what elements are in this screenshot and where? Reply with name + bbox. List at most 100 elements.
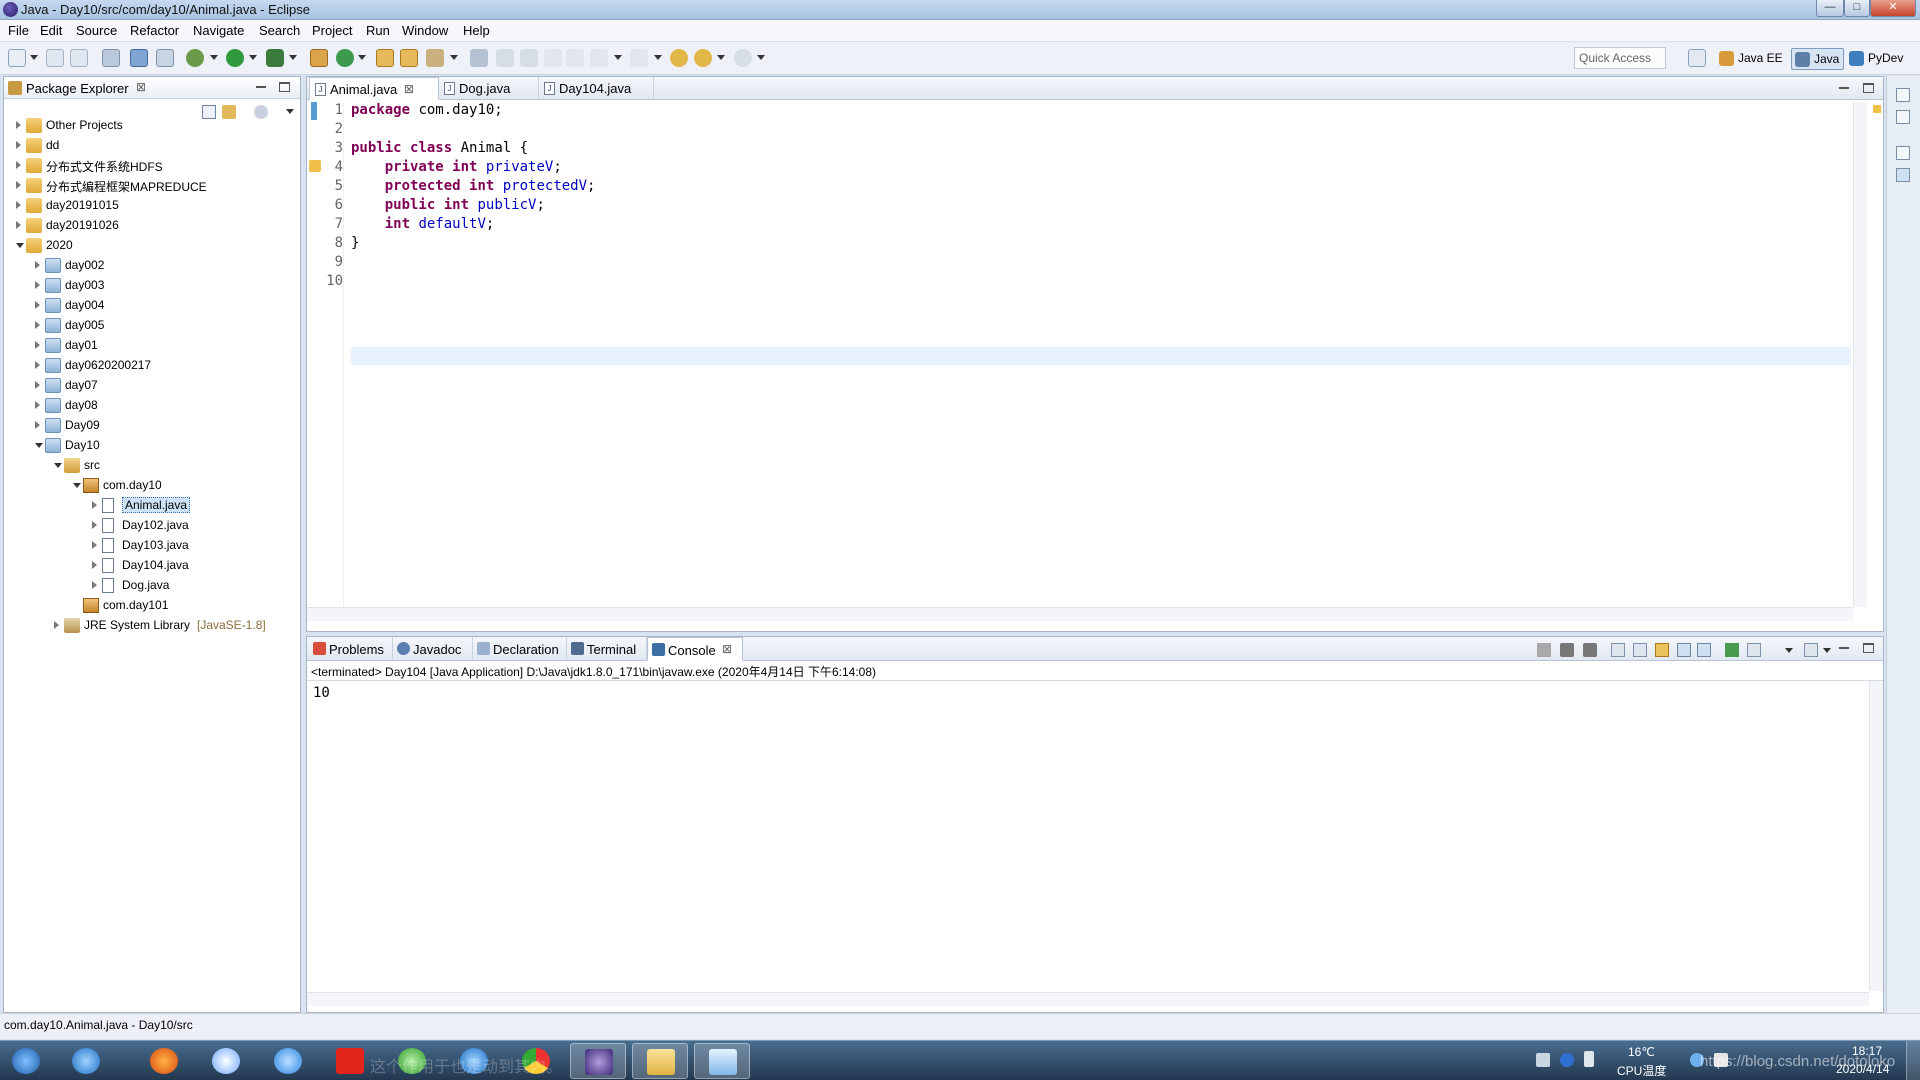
collapsed-arrow-icon[interactable]	[35, 401, 40, 409]
tree-item[interactable]: day004	[4, 297, 300, 315]
perspective-pydev[interactable]: PyDev	[1846, 48, 1907, 70]
search-icon[interactable]	[426, 49, 444, 67]
clear-console-icon[interactable]	[1611, 643, 1625, 657]
menu-navigate[interactable]: Navigate	[193, 23, 244, 38]
code-editor[interactable]: 1 2 3 4 5 6 7 8 9 10 package com.day10; …	[307, 102, 1883, 607]
taskbar-eclipse[interactable]	[570, 1043, 626, 1079]
menu-source[interactable]: Source	[76, 23, 117, 38]
console-maximize-icon[interactable]	[1863, 643, 1874, 653]
maximize-button[interactable]: □	[1844, 0, 1870, 17]
display-selected-console-icon[interactable]	[1747, 643, 1761, 657]
tree-item[interactable]: day08	[4, 397, 300, 415]
help-icon[interactable]	[1560, 1053, 1574, 1067]
taskbar-ie[interactable]	[58, 1043, 114, 1079]
tree-item[interactable]: 分布式文件系统HDFS	[4, 157, 300, 175]
remove-all-terminated-icon[interactable]	[1583, 643, 1597, 657]
menu-refactor[interactable]: Refactor	[130, 23, 179, 38]
debug-dropdown-icon[interactable]	[210, 55, 218, 60]
taskbar-baidu[interactable]	[198, 1043, 254, 1079]
tree-item[interactable]: Day10	[4, 437, 300, 455]
expanded-arrow-icon[interactable]	[73, 483, 81, 488]
tree-item[interactable]: Dog.java	[4, 577, 300, 595]
tree-item[interactable]: day005	[4, 317, 300, 335]
coverage-icon[interactable]	[266, 49, 284, 67]
minimize-view-icon[interactable]	[256, 86, 266, 88]
skip-breakpoints-icon[interactable]	[156, 49, 174, 67]
maximize-view-icon[interactable]	[279, 82, 290, 92]
tree-item[interactable]: day002	[4, 257, 300, 275]
next-annotation-dropdown-icon[interactable]	[614, 55, 622, 60]
package-explorer-close-icon[interactable]: ⊠	[136, 80, 146, 94]
collapsed-arrow-icon[interactable]	[35, 301, 40, 309]
console-output[interactable]: 10	[313, 685, 330, 701]
collapsed-arrow-icon[interactable]	[92, 521, 97, 529]
tab-problems[interactable]: Problems	[309, 637, 393, 661]
collapsed-arrow-icon[interactable]	[16, 161, 21, 169]
terminate-icon[interactable]	[1537, 643, 1551, 657]
perspective-java[interactable]: Java	[1791, 48, 1845, 70]
collapsed-arrow-icon[interactable]	[92, 581, 97, 589]
last-edit-location-icon[interactable]	[670, 49, 688, 67]
tree-item[interactable]: day0620200217	[4, 357, 300, 375]
collapsed-arrow-icon[interactable]	[92, 501, 97, 509]
menu-run[interactable]: Run	[366, 23, 390, 38]
word-wrap-icon[interactable]	[520, 49, 538, 67]
menu-help[interactable]: Help	[463, 23, 490, 38]
new-java-project-icon[interactable]	[310, 49, 328, 67]
restore-icon[interactable]	[1896, 88, 1910, 102]
open-console-icon[interactable]	[1804, 643, 1818, 657]
run-dropdown-icon[interactable]	[249, 55, 257, 60]
next-annotation-icon[interactable]	[590, 49, 608, 67]
clock-date[interactable]: 2020/4/14	[1836, 1062, 1889, 1076]
expanded-arrow-icon[interactable]	[16, 243, 24, 248]
keyboard-icon[interactable]	[1536, 1053, 1550, 1067]
tab-day104-java[interactable]: J Day104.java	[539, 77, 654, 100]
tree-item[interactable]: day20191026	[4, 217, 300, 235]
tree-item[interactable]: day01	[4, 337, 300, 355]
collapsed-arrow-icon[interactable]	[16, 181, 21, 189]
run-icon[interactable]	[226, 49, 244, 67]
coverage-dropdown-icon[interactable]	[289, 55, 297, 60]
tree-item[interactable]: day20191015	[4, 197, 300, 215]
console-vertical-scrollbar[interactable]	[1869, 681, 1883, 991]
tree-item[interactable]: dd	[4, 137, 300, 155]
open-console-dropdown-icon[interactable]	[1823, 648, 1831, 653]
tree-item[interactable]: 2020	[4, 237, 300, 255]
start-button[interactable]	[2, 1043, 52, 1079]
collapsed-arrow-icon[interactable]	[35, 341, 40, 349]
back-icon[interactable]	[694, 49, 712, 67]
collapsed-arrow-icon[interactable]	[35, 381, 40, 389]
taskbar-firefox[interactable]	[136, 1043, 192, 1079]
open-task-icon[interactable]	[400, 49, 418, 67]
print-icon[interactable]	[102, 49, 120, 67]
show-console-on-stdout-icon[interactable]	[1677, 643, 1691, 657]
tree-item[interactable]: Day103.java	[4, 537, 300, 555]
tree-item[interactable]: 分布式编程框架MAPREDUCE	[4, 177, 300, 195]
collapsed-arrow-icon[interactable]	[35, 281, 40, 289]
tab-terminal[interactable]: Terminal	[567, 637, 647, 661]
collapsed-arrow-icon[interactable]	[92, 541, 97, 549]
minimize-button[interactable]: —	[1816, 0, 1844, 17]
pin-console-icon[interactable]	[1725, 643, 1739, 657]
tab-javadoc[interactable]: Javadoc	[393, 637, 473, 661]
tree-item[interactable]: src	[4, 457, 300, 475]
back-dropdown-icon[interactable]	[717, 55, 725, 60]
warning-marker-icon[interactable]	[309, 160, 321, 172]
expanded-arrow-icon[interactable]	[35, 443, 43, 448]
show-whitespace-icon[interactable]	[544, 49, 562, 67]
tab-dog-java[interactable]: J Dog.java	[439, 77, 539, 100]
collapsed-arrow-icon[interactable]	[92, 561, 97, 569]
tree-item[interactable]: JRE System Library [JavaSE-1.8]	[4, 617, 300, 635]
tree-item[interactable]: Other Projects	[4, 117, 300, 135]
remove-launch-icon[interactable]	[1560, 643, 1574, 657]
editor-minimize-icon[interactable]	[1839, 87, 1849, 89]
tree-item[interactable]: Animal.java	[4, 497, 300, 515]
display-console-dropdown-icon[interactable]	[1785, 648, 1793, 653]
menu-window[interactable]: Window	[402, 23, 448, 38]
forward-icon[interactable]	[734, 49, 752, 67]
new-icon[interactable]	[8, 49, 26, 67]
expanded-arrow-icon[interactable]	[54, 463, 62, 468]
toggle-block-selection-icon[interactable]	[496, 49, 514, 67]
open-perspective-icon[interactable]	[1688, 49, 1706, 67]
collapsed-arrow-icon[interactable]	[16, 221, 21, 229]
